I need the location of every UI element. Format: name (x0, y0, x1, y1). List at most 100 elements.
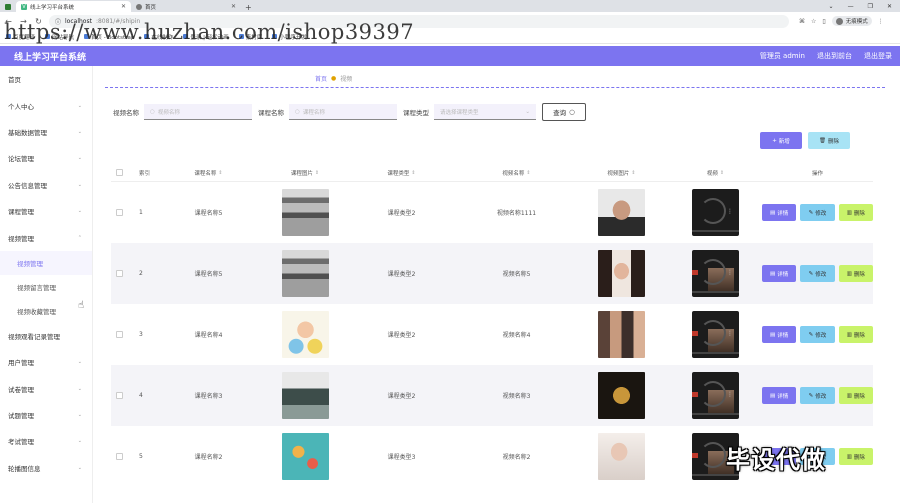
bookmark-item[interactable]: 网站导航 (45, 33, 74, 41)
header-video-name[interactable]: 视频名称 ⇕ (459, 169, 574, 177)
query-button[interactable]: 查询 ○ (542, 103, 586, 121)
forward-icon[interactable]: → (19, 17, 28, 26)
exit-to-frontend-link[interactable]: 退出到前台 (817, 51, 852, 61)
bookmark-item[interactable]: 素材库 (238, 33, 262, 41)
video-player[interactable]: ⋮ (692, 250, 739, 297)
sidebar-subitem-video[interactable]: 视频管理 (0, 250, 92, 275)
delete-button[interactable]: ▥ 删除 (838, 326, 873, 343)
delete-button[interactable]: ▥ 删除 (838, 448, 873, 465)
video-thumbnail[interactable] (598, 189, 645, 236)
bookmark-item[interactable]: 百度翻译 (6, 33, 35, 41)
edit-button[interactable]: ✎ 修改 (800, 265, 835, 282)
close-window-icon[interactable]: ✕ (887, 3, 892, 10)
sidebar-item-notice[interactable]: 公告信息管理 ⌄ (0, 172, 92, 198)
sidebar-item-profile[interactable]: 个人中心 ⌄ (0, 92, 92, 118)
sidebar-item-user[interactable]: 用户管理 ⌄ (0, 349, 92, 375)
menu-kebab-icon[interactable]: ⋮ (878, 18, 884, 25)
sort-icon[interactable]: ⇕ (526, 170, 530, 176)
sidebar-item-paper[interactable]: 试卷管理 ⌄ (0, 376, 92, 402)
sort-icon[interactable]: ⇕ (218, 170, 222, 176)
delete-button[interactable]: ▥ 删除 (838, 204, 873, 221)
back-icon[interactable]: ← (4, 17, 13, 26)
add-button[interactable]: + 新增 (760, 132, 802, 149)
header-course-name[interactable]: 课程名称 ⇕ (151, 169, 266, 177)
more-icon[interactable]: ⋮ (727, 269, 733, 276)
delete-button[interactable]: ▥ 删除 (838, 387, 873, 404)
reload-icon[interactable]: ↻ (34, 17, 43, 26)
detail-button[interactable]: ▤ 详情 (762, 326, 797, 343)
select-all-checkbox[interactable] (115, 169, 123, 176)
logout-link[interactable]: 退出登录 (864, 51, 892, 61)
edit-button[interactable]: ✎ 修改 (800, 387, 835, 404)
sidebar-item-carousel[interactable]: 轮播图信息 ⌄ (0, 455, 92, 481)
minimize-icon[interactable]: — (848, 3, 854, 10)
sidebar-item-forum[interactable]: 论坛管理 ⌄ (0, 145, 92, 171)
more-icon[interactable]: ⋮ (727, 208, 733, 215)
video-player[interactable]: ⋮ (692, 372, 739, 419)
course-thumbnail[interactable] (281, 311, 329, 358)
detail-button[interactable]: ▤ 详情 (762, 204, 797, 221)
video-thumbnail[interactable] (598, 433, 645, 480)
row-checkbox[interactable] (115, 331, 123, 338)
video-name-input[interactable]: ○ 视频名称 (144, 104, 252, 120)
browser-tab-inactive[interactable]: 首页 ✕ (131, 1, 241, 12)
sidebar-item-home[interactable]: 首页 (0, 66, 92, 92)
video-thumbnail[interactable] (598, 372, 645, 419)
star-icon[interactable]: ☆ (811, 18, 816, 25)
browser-tab-active[interactable]: V 线上学习平台系统 ✕ (16, 1, 131, 12)
row-checkbox[interactable] (115, 453, 123, 460)
video-player[interactable]: ⋮ (692, 311, 739, 358)
edit-button[interactable]: ✎ 修改 (800, 326, 835, 343)
sidepanel-icon[interactable]: ▯ (822, 18, 825, 25)
close-tab-icon[interactable]: ✕ (231, 3, 236, 10)
course-thumbnail[interactable] (281, 250, 329, 297)
bookmark-item[interactable]: 首页 - Bootstrap (84, 33, 134, 41)
chevron-down-icon[interactable]: ⌄ (829, 3, 834, 10)
sort-icon[interactable]: ⇕ (411, 170, 415, 176)
sort-icon[interactable]: ⇕ (315, 170, 319, 176)
course-thumbnail[interactable] (281, 433, 329, 480)
close-tab-icon[interactable]: ✕ (121, 3, 126, 10)
video-thumbnail[interactable] (598, 311, 645, 358)
video-thumbnail[interactable] (598, 250, 645, 297)
edit-button[interactable]: ✎ 修改 (800, 204, 835, 221)
row-checkbox[interactable] (115, 392, 123, 399)
course-type-select[interactable]: 请选择课程类型 ⌄ (434, 104, 536, 120)
sidebar-item-watch-record[interactable]: 视频观看记录管理 (0, 323, 92, 349)
sort-icon[interactable]: ⇕ (631, 170, 635, 176)
tab-strip-icon[interactable] (0, 1, 16, 12)
course-thumbnail[interactable] (281, 372, 329, 419)
header-course-image[interactable]: 课程图片 ⇕ (266, 169, 344, 177)
detail-button[interactable]: ▤ 详情 (762, 265, 797, 282)
bookmark-item[interactable]: 登录 | 轻松动画 (183, 33, 229, 41)
detail-button[interactable]: ▤ 详情 (762, 387, 797, 404)
profile-button[interactable]: 无痕模式 (831, 16, 872, 26)
video-player[interactable]: ⋮ (692, 189, 739, 236)
bookmark-item[interactable]: 在线制作 (144, 33, 173, 41)
url-input[interactable]: ⓘ localhost:8081/#/shipin (49, 14, 789, 28)
row-course-image (266, 189, 344, 236)
course-thumbnail[interactable] (281, 189, 329, 236)
more-icon[interactable]: ⋮ (727, 391, 733, 398)
sidebar-item-exam[interactable]: 考试管理 ⌄ (0, 428, 92, 454)
sidebar-subitem-video-comment[interactable]: 视频留言管理 (0, 275, 92, 299)
course-name-input[interactable]: ○ 课程名称 (289, 104, 397, 120)
sidebar-item-video[interactable]: 视频管理 ⌃ (0, 224, 92, 250)
new-tab-icon[interactable]: + (241, 3, 256, 12)
header-video[interactable]: 视频 ⇕ (669, 169, 762, 177)
row-checkbox[interactable] (115, 270, 123, 277)
sidebar-item-question[interactable]: 试题管理 ⌄ (0, 402, 92, 428)
delete-button[interactable]: ▥ 删除 (838, 265, 873, 282)
row-checkbox[interactable] (115, 209, 123, 216)
sidebar-item-course[interactable]: 课程管理 ⌄ (0, 198, 92, 224)
header-video-image[interactable]: 视频图片 ⇕ (574, 169, 669, 177)
more-icon[interactable]: ⋮ (727, 330, 733, 337)
header-course-type[interactable]: 课程类型 ⇕ (344, 169, 459, 177)
translate-icon[interactable]: ⌘ (799, 18, 805, 25)
bookmark-item[interactable]: 小程序开发 (272, 33, 307, 41)
sidebar-item-base-data[interactable]: 基础数据管理 ⌄ (0, 119, 92, 145)
batch-delete-button[interactable]: 🗑 删除 (808, 132, 850, 149)
sort-icon[interactable]: ⇕ (720, 170, 724, 176)
restore-icon[interactable]: ❐ (868, 3, 873, 10)
breadcrumb-home[interactable]: 首页 (315, 74, 327, 83)
